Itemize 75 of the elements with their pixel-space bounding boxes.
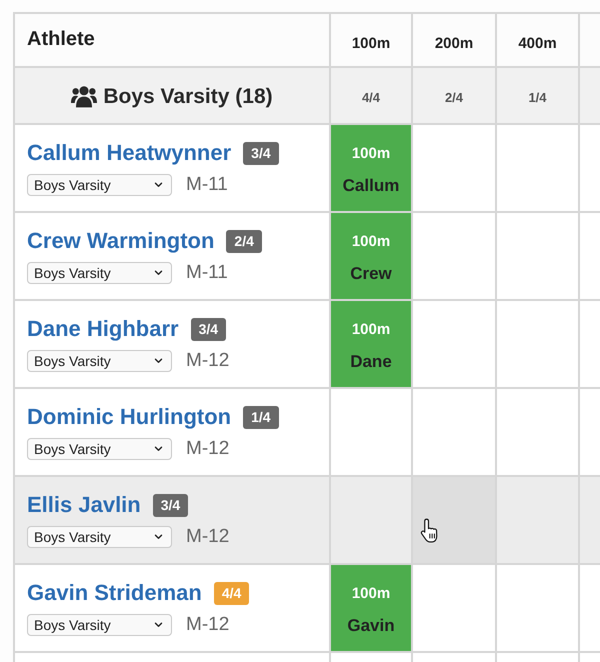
- entry-event: 100m: [352, 320, 390, 338]
- athlete-code: M-12: [186, 438, 230, 460]
- empty-slot[interactable]: [580, 125, 600, 211]
- empty-slot[interactable]: [580, 653, 600, 662]
- empty-slot[interactable]: [413, 565, 495, 651]
- athlete-code: M-12: [186, 350, 230, 372]
- athlete-name-link[interactable]: Dominic Hurlington: [27, 404, 232, 430]
- athlete-name-link[interactable]: Ellis Javlin: [27, 492, 141, 518]
- header-cell: [580, 14, 600, 66]
- column-header: 200m: [434, 35, 474, 52]
- empty-slot[interactable]: [413, 213, 495, 299]
- users-icon: [71, 85, 98, 108]
- entry-cell[interactable]: 100m Crew: [331, 213, 411, 299]
- empty-slot[interactable]: [497, 301, 578, 387]
- team-select[interactable]: Boys Varsity: [27, 614, 172, 636]
- empty-slot[interactable]: [413, 389, 495, 475]
- empty-slot[interactable]: [413, 125, 495, 211]
- chevron-down-icon: [154, 622, 163, 628]
- group-title: Boys Varsity (18): [103, 84, 273, 108]
- entry-athlete: Dane: [350, 352, 392, 370]
- entry-cell[interactable]: 100m Gavin: [331, 565, 411, 651]
- entry-athlete: Crew: [350, 264, 392, 282]
- event-count: 2/4: [444, 90, 464, 104]
- athlete-name-link[interactable]: Callum Heatwynner: [27, 140, 232, 166]
- empty-slot[interactable]: [580, 389, 600, 475]
- empty-slot[interactable]: [497, 653, 578, 662]
- empty-slot[interactable]: [580, 301, 600, 387]
- column-header: Athlete: [27, 28, 95, 50]
- athlete-code: M-12: [186, 614, 230, 636]
- hand-cursor-icon: [420, 518, 438, 543]
- empty-slot[interactable]: [497, 565, 578, 651]
- entry-cell[interactable]: 100m Callum: [331, 125, 411, 211]
- athlete-code: M-12: [186, 526, 230, 548]
- entry-event: 100m: [352, 144, 390, 162]
- entry-event: 100m: [352, 232, 390, 250]
- chevron-down-icon: [154, 270, 163, 276]
- athlete-code: M-11: [186, 262, 228, 284]
- empty-slot[interactable]: [413, 477, 495, 563]
- chevron-down-icon: [154, 534, 163, 540]
- empty-slot[interactable]: [413, 653, 495, 662]
- empty-slot[interactable]: [497, 125, 578, 211]
- empty-slot[interactable]: [580, 213, 600, 299]
- team-select[interactable]: Boys Varsity: [27, 174, 172, 196]
- chevron-down-icon: [154, 182, 163, 188]
- athlete-name-link[interactable]: Gavin Strideman: [27, 580, 202, 606]
- event-count: 1/4: [528, 90, 547, 104]
- column-header: 400m: [518, 35, 557, 52]
- empty-slot[interactable]: [497, 213, 578, 299]
- team-select[interactable]: Boys Varsity: [27, 350, 172, 372]
- count-badge: 2/4: [226, 230, 262, 253]
- count-badge: 3/4: [190, 318, 226, 341]
- team-select[interactable]: Boys Varsity: [27, 438, 172, 460]
- team-select[interactable]: Boys Varsity: [27, 526, 172, 548]
- count-badge: 3/4: [243, 142, 279, 165]
- chevron-down-icon: [154, 446, 163, 452]
- empty-slot[interactable]: [331, 389, 411, 475]
- count-badge: 3/4: [152, 494, 188, 517]
- empty-slot[interactable]: [413, 301, 495, 387]
- athlete-code: M-11: [186, 174, 228, 196]
- group-cell: [580, 68, 600, 123]
- empty-slot[interactable]: [497, 389, 578, 475]
- empty-slot[interactable]: [331, 653, 411, 662]
- column-header: 100m: [352, 35, 390, 52]
- count-badge: 1/4: [243, 406, 279, 429]
- chevron-down-icon: [154, 358, 163, 364]
- count-badge: 4/4: [214, 582, 250, 605]
- entry-cell[interactable]: 100m Dane: [331, 301, 411, 387]
- athlete-name-link[interactable]: Crew Warmington: [27, 228, 214, 254]
- entry-athlete: Gavin: [347, 616, 395, 634]
- team-select[interactable]: Boys Varsity: [27, 262, 172, 284]
- athlete-name-link[interactable]: Dane Highbarr: [27, 316, 179, 342]
- entry-athlete: Callum: [342, 176, 400, 194]
- event-count: 4/4: [362, 90, 380, 104]
- empty-slot[interactable]: [580, 565, 600, 651]
- entry-event: 100m: [352, 584, 390, 602]
